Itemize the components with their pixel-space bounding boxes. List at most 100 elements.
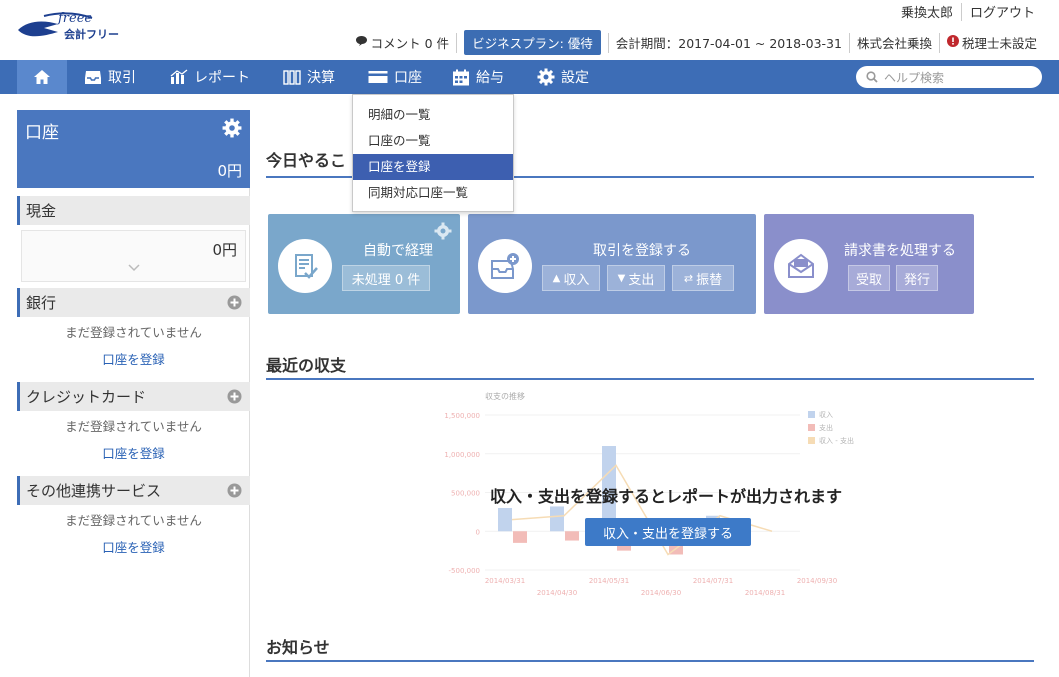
- y-tick-label: 1,000,000: [444, 451, 480, 459]
- add-circle-icon[interactable]: [227, 295, 242, 310]
- user-name[interactable]: 乗換太郎: [901, 2, 953, 21]
- nav-label: 設定: [561, 70, 589, 86]
- inbox-plus-icon: [478, 239, 532, 293]
- section-cash[interactable]: 現金: [17, 196, 250, 225]
- expense-bar: [513, 531, 527, 543]
- legend-swatch: [808, 424, 815, 431]
- nav-reports[interactable]: レポート: [170, 60, 250, 94]
- nav-settings[interactable]: 設定: [537, 60, 589, 94]
- divider: [266, 660, 1034, 662]
- transfer-icon: ⇄: [683, 271, 694, 285]
- x-tick-label: 2014/04/30: [537, 589, 577, 597]
- arrow-down-icon: ▼: [617, 272, 626, 284]
- total-balance: 0円: [217, 162, 242, 180]
- divider: [960, 2, 962, 21]
- register-bank-link[interactable]: 口座を登録: [17, 349, 250, 368]
- cash-account[interactable]: 0円: [21, 230, 246, 282]
- menu-item-register-account[interactable]: 口座を登録: [353, 154, 513, 180]
- nav-settlement[interactable]: 決算: [283, 60, 335, 94]
- register-card-link[interactable]: 口座を登録: [17, 443, 250, 462]
- card-title: 自動で経理: [363, 243, 433, 259]
- section-credit-card[interactable]: クレジットカード: [17, 382, 250, 411]
- fiscal-period[interactable]: 会計期間：2017-04-01 ~ 2018-03-31: [616, 33, 842, 52]
- invoice-card: 請求書を処理する 受取 発行: [764, 214, 974, 314]
- button-label: 支出: [628, 272, 655, 288]
- nav-home[interactable]: [17, 60, 67, 94]
- expense-button[interactable]: ▼ 支出: [607, 265, 665, 291]
- home-icon: [34, 70, 50, 84]
- alert-icon: [946, 35, 959, 50]
- section-label: クレジットカード: [26, 388, 147, 406]
- settings-gear-icon[interactable]: [222, 118, 242, 138]
- button-label: 振替: [696, 272, 723, 288]
- register-transaction-card: 取引を登録する ▲ 収入 ▼ 支出 ⇄ 振替: [468, 214, 756, 314]
- meta-bar: コメント 0 件 ビジネスプラン: 優待 会計期間：2017-04-01 ~ 2…: [355, 30, 1037, 55]
- nav-accounts[interactable]: 口座: [368, 60, 422, 94]
- register-other-link[interactable]: 口座を登録: [17, 537, 250, 556]
- income-bar: [550, 506, 564, 532]
- accounts-sidebar: 口座 0円 現金 0円 銀行 まだ登録されていません 口座を登録 クレジットカー…: [17, 110, 250, 677]
- divider: [456, 32, 458, 53]
- logout-link[interactable]: ログアウト: [970, 2, 1035, 21]
- accounts-summary: 口座 0円: [17, 110, 250, 188]
- chart-title: 収支の推移: [485, 391, 525, 401]
- app-header: freee 会計フリー 乗換太郎 ログアウト コメント 0 件 ビジネスプラン:…: [0, 0, 1059, 60]
- nav-transactions[interactable]: 取引: [84, 60, 136, 94]
- section-label: その他連携サービス: [26, 482, 162, 500]
- card-icon: [368, 71, 388, 83]
- section-label: 銀行: [26, 294, 57, 312]
- logo-text: 会計フリー: [64, 28, 119, 41]
- main-nav: 取引 レポート 決算 口座 給与 設定 ヘルプ検索: [0, 60, 1059, 94]
- empty-report-message: 収入・支出を登録するとレポートが出力されます: [489, 487, 842, 506]
- receive-button[interactable]: 受取: [848, 265, 890, 291]
- search-icon: [866, 71, 878, 83]
- nav-label: 給与: [476, 70, 504, 86]
- books-icon: [283, 70, 301, 85]
- comment-count[interactable]: コメント 0 件: [371, 33, 449, 52]
- expense-bar: [565, 531, 579, 541]
- menu-item-sync-accounts[interactable]: 同期対応口座一覧: [353, 180, 513, 206]
- legend-label: 収入: [819, 411, 833, 419]
- document-check-icon: [278, 239, 332, 293]
- accounts-dropdown-menu: 明細の一覧 口座の一覧 口座を登録 同期対応口座一覧: [352, 94, 514, 212]
- nav-payroll[interactable]: 給与: [452, 60, 504, 94]
- add-circle-icon[interactable]: [227, 483, 242, 498]
- legend-swatch: [808, 437, 815, 444]
- svg-text:freee: freee: [57, 11, 92, 26]
- company-name[interactable]: 株式会社乗換: [857, 33, 932, 52]
- x-tick-label: 2014/03/31: [485, 577, 525, 585]
- tax-accountant-status[interactable]: 税理士未設定: [962, 33, 1037, 52]
- register-income-expense-button[interactable]: 収入・支出を登録する: [585, 518, 751, 546]
- menu-item-statement-list[interactable]: 明細の一覧: [353, 102, 513, 128]
- empty-note: まだ登録されていません: [65, 419, 202, 434]
- auto-accounting-card[interactable]: 自動で経理 未処理 0 件: [268, 214, 460, 314]
- menu-item-account-list[interactable]: 口座の一覧: [353, 128, 513, 154]
- chevron-down-icon[interactable]: [128, 264, 140, 275]
- nav-label: レポート: [194, 70, 250, 86]
- section-bank[interactable]: 銀行: [17, 288, 250, 317]
- calendar-icon: [453, 69, 469, 85]
- arrow-up-icon: ▲: [552, 272, 561, 284]
- transfer-button[interactable]: ⇄ 振替: [672, 265, 734, 291]
- inbox-icon: [85, 71, 101, 84]
- nav-label: 取引: [108, 70, 136, 86]
- x-tick-label: 2014/05/31: [589, 577, 629, 585]
- search-placeholder: ヘルプ検索: [884, 70, 945, 85]
- add-circle-icon[interactable]: [227, 389, 242, 404]
- help-search-input[interactable]: ヘルプ検索: [856, 66, 1042, 88]
- plan-badge[interactable]: ビジネスプラン: 優待: [464, 30, 601, 55]
- issue-button[interactable]: 発行: [896, 265, 938, 291]
- income-bar: [498, 508, 512, 532]
- divider: [266, 378, 1034, 380]
- divider: [607, 32, 609, 53]
- y-tick-label: 1,500,000: [444, 412, 480, 420]
- envelope-icon: [774, 239, 828, 293]
- unprocessed-button[interactable]: 未処理 0 件: [342, 265, 430, 291]
- gear-icon[interactable]: [434, 222, 452, 240]
- income-button[interactable]: ▲ 収入: [542, 265, 600, 291]
- card-title: 請求書を処理する: [844, 243, 956, 259]
- x-tick-label: 2014/06/30: [641, 589, 681, 597]
- nav-label: 口座: [394, 70, 422, 86]
- section-other-services[interactable]: その他連携サービス: [17, 476, 250, 505]
- legend-label: 収入 - 支出: [819, 436, 854, 445]
